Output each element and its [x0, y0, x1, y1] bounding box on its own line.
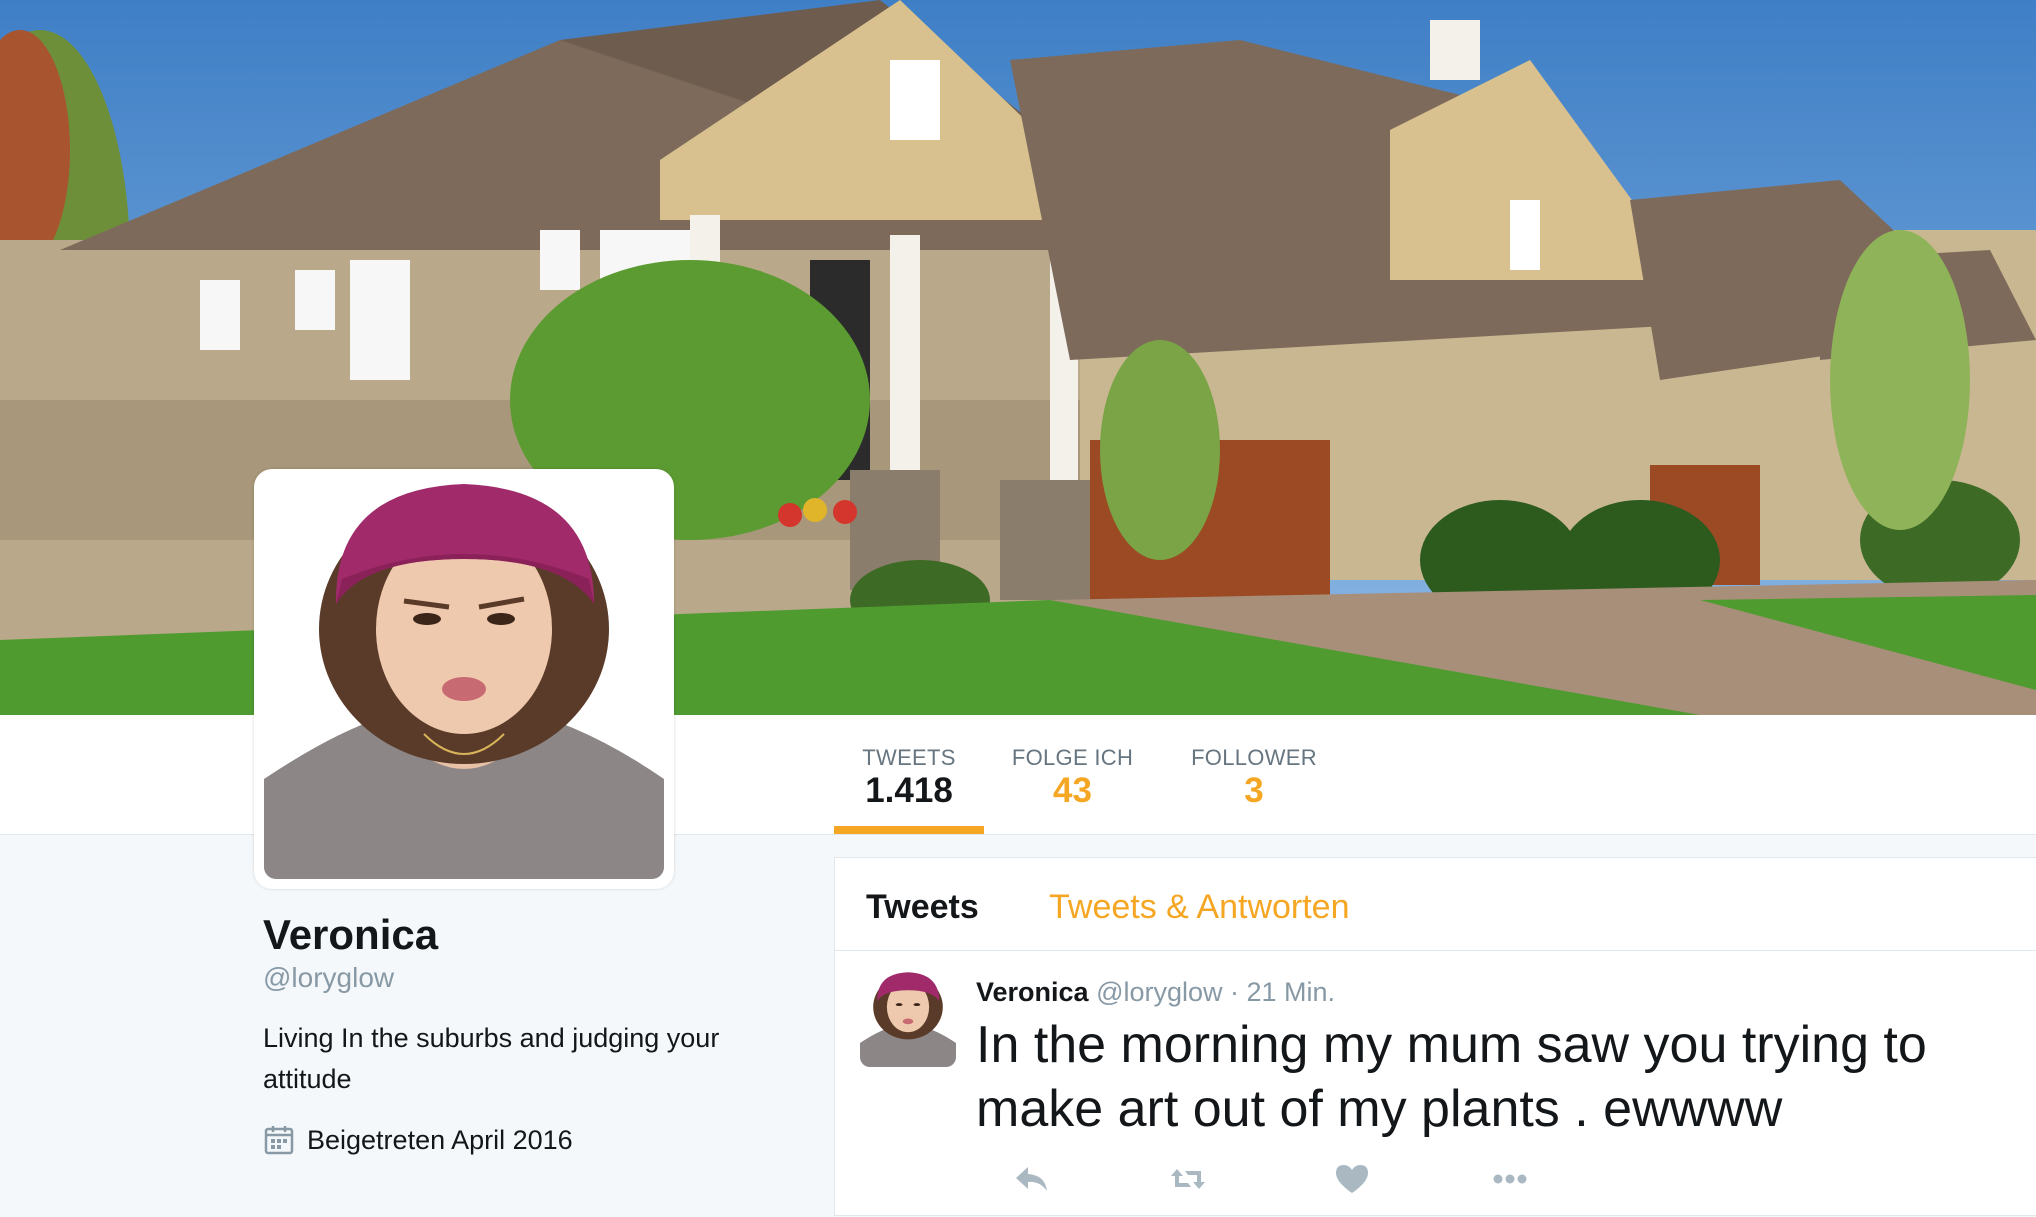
profile-avatar[interactable] [254, 469, 674, 889]
calendar-icon [264, 1126, 294, 1155]
user-avatar-photo [264, 479, 664, 879]
heart-icon[interactable] [1332, 1159, 1372, 1199]
stat-tweets[interactable]: TWEETS 1.418 [834, 715, 984, 834]
user-avatar-photo [860, 971, 956, 1067]
stat-tweets-label: TWEETS [862, 745, 956, 770]
timeline-tabs: Tweets Tweets & Antworten [835, 858, 2036, 951]
stat-followers[interactable]: FOLLOWER 3 [1180, 715, 1328, 834]
tweet-text: In the morning my mum saw you trying to … [976, 1016, 1927, 1138]
tab-tweets[interactable]: Tweets [866, 888, 979, 927]
stat-followers-label: FOLLOWER [1191, 745, 1317, 770]
tweet-author[interactable]: Veronica [976, 977, 1089, 1007]
stat-followers-value: 3 [1244, 771, 1264, 810]
profile-card: Veronica @loryglow Living In the suburbs… [263, 910, 803, 1158]
tab-tweets-and-replies[interactable]: Tweets & Antworten [1049, 888, 1350, 927]
stat-following-value: 43 [1053, 771, 1092, 810]
tweet-avatar[interactable] [860, 971, 956, 1067]
stat-tweets-value: 1.418 [865, 771, 953, 810]
profile-joined: Beigetreten April 2016 [263, 1122, 803, 1158]
timeline: Tweets Tweets & Antworten Veronica @lory… [834, 857, 2036, 1216]
tweet-header: Veronica @loryglow · 21 Min. [976, 977, 1335, 1008]
profile-bio: Living In the suburbs and judging your a… [263, 1023, 720, 1094]
profile-joined-text: Beigetreten April 2016 [307, 1125, 573, 1155]
profile-handle[interactable]: @loryglow [263, 960, 803, 996]
retweet-icon[interactable] [1168, 1159, 1208, 1199]
profile-name[interactable]: Veronica [263, 910, 803, 960]
reply-icon[interactable] [1012, 1159, 1052, 1199]
stat-following-label: FOLGE ICH [1011, 745, 1134, 770]
more-icon[interactable] [1490, 1159, 1530, 1199]
tweet[interactable]: Veronica @loryglow · 21 Min. In the morn… [835, 951, 2036, 1217]
stat-following[interactable]: FOLGE ICH 43 [1005, 715, 1140, 834]
tweet-meta[interactable]: @loryglow · 21 Min. [1096, 977, 1335, 1007]
active-tab-indicator [834, 826, 984, 834]
